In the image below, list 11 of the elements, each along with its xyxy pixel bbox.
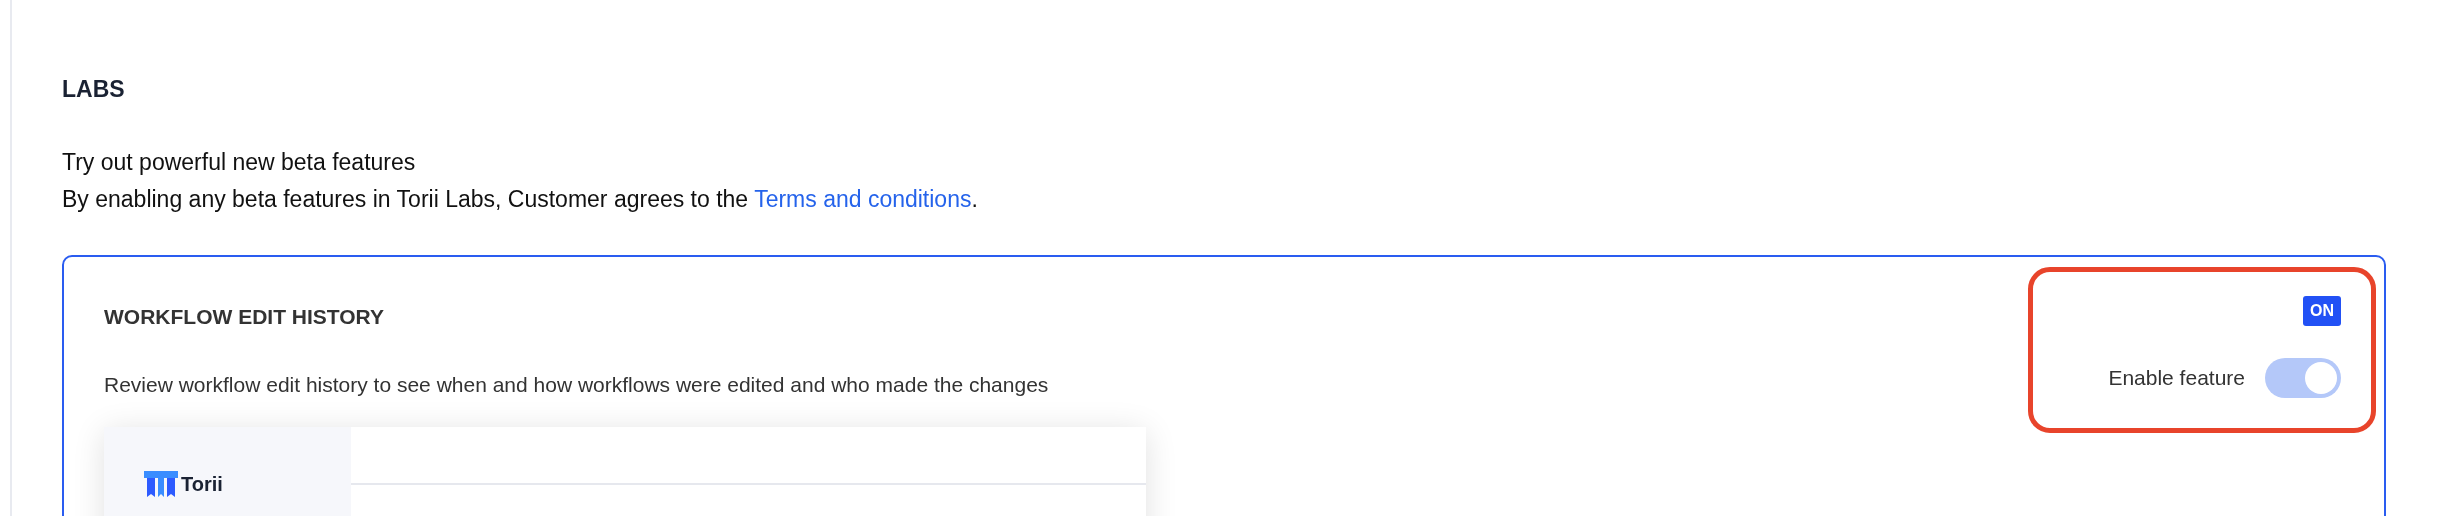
terms-link[interactable]: Terms and conditions [754,186,972,212]
feature-description: Review workflow edit history to see when and how workflows were edited and who made the changes [104,372,1050,398]
toggle-label: Enable feature [2108,365,2245,392]
logo-icon [144,471,178,497]
logo-text: Torii [181,472,223,497]
status-badge: ON [2303,296,2341,326]
feature-title: WORKFLOW EDIT HISTORY [104,304,385,330]
enable-toggle[interactable] [2265,358,2341,398]
terms-sentence: By enabling any beta features in Torii Labs, Customer agrees to the Terms and conditions. [62,185,979,214]
intro-text: Try out powerful new beta features [62,148,417,177]
section-title: LABS [62,75,126,104]
